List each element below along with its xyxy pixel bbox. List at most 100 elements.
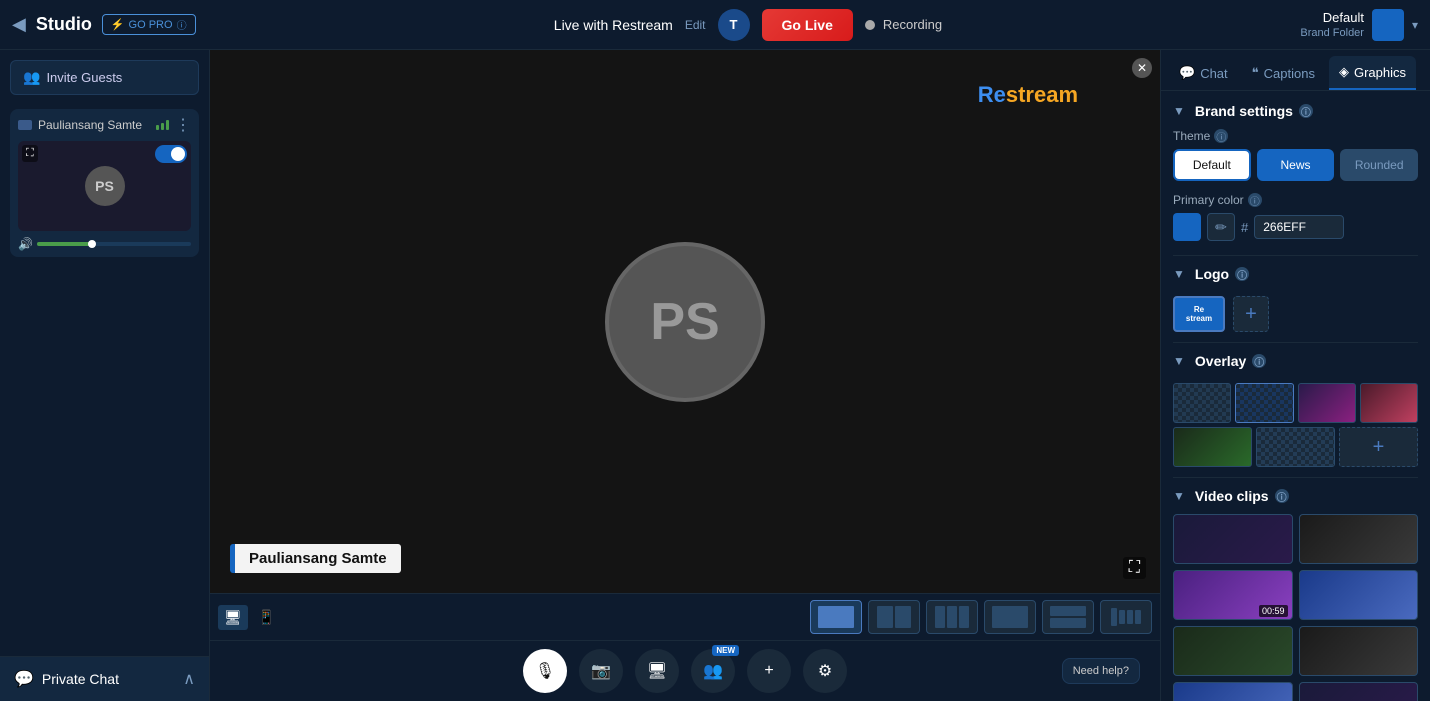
clips-grid-row1: 00:59 [1173, 514, 1418, 620]
edit-link[interactable]: Edit [685, 18, 706, 32]
close-overlay-button[interactable]: ✕ [1132, 58, 1152, 78]
edit-color-button[interactable]: ✏ [1207, 213, 1235, 241]
volume-bar[interactable] [37, 242, 191, 246]
private-chat-bar[interactable]: 💬 Private Chat ∧ [0, 656, 209, 701]
center-main: Restream ✕ PS Pauliansang Samte ⛶ 🖥 📱 [210, 50, 1160, 701]
gopro-label: GO PRO [129, 19, 173, 31]
mic-button[interactable]: 🎙 [523, 649, 567, 693]
primary-color-info-icon[interactable]: ⓘ [1248, 193, 1262, 207]
overlay-thumb-4[interactable] [1360, 383, 1418, 423]
theme-field-label: Theme ⓘ [1173, 129, 1418, 143]
live-with-text: Live with Restream [554, 17, 673, 33]
layout-block [1119, 610, 1125, 624]
clips-info-icon[interactable]: ⓘ [1275, 489, 1289, 503]
screen-share-button[interactable]: 🖥 [635, 649, 679, 693]
clip-1[interactable] [1173, 514, 1293, 564]
tab-graphics[interactable]: ◈ Graphics [1329, 56, 1416, 90]
layout-preset-side[interactable] [984, 600, 1036, 634]
fullscreen-button[interactable]: ⛶ [1123, 557, 1146, 579]
private-chat-label: Private Chat [42, 671, 119, 687]
layout-toolbar: 🖥 📱 [210, 593, 1160, 640]
add-overlay-button[interactable]: + [1339, 427, 1418, 467]
add-logo-button[interactable]: + [1233, 296, 1269, 332]
clips-grid-row2: 00:23 00:59 [1173, 626, 1418, 701]
brand-settings-label: Brand settings [1195, 103, 1293, 119]
topbar-right-section: Default Brand Folder ▾ [1300, 9, 1418, 41]
theme-news-button[interactable]: News [1257, 149, 1335, 181]
topbar-left: ◀ Studio ⚡ GO PRO ⓘ [12, 14, 196, 35]
layout-preset-split[interactable] [868, 600, 920, 634]
logo-collapse-icon[interactable]: ▼ [1173, 267, 1185, 281]
overlay-thumb-6[interactable] [1256, 427, 1335, 467]
clip-7[interactable]: 00:23 [1173, 682, 1293, 701]
clip-2[interactable] [1299, 514, 1419, 564]
brand-settings-info-icon[interactable]: ⓘ [1299, 104, 1313, 118]
overlay-thumb-2[interactable] [1235, 383, 1293, 423]
clip-3[interactable]: 00:59 [1173, 570, 1293, 620]
logo-thumbnail[interactable]: Restream [1173, 296, 1225, 332]
topbar-center: Live with Restream Edit T Go Live Record… [196, 9, 1301, 41]
guests-button[interactable]: 👥 NEW [691, 649, 735, 693]
volume-bar-row: 🔊 [18, 237, 191, 251]
volume-handle[interactable] [88, 240, 96, 248]
back-button[interactable]: ◀ [12, 14, 26, 35]
overlay-info-icon[interactable]: ⓘ [1252, 354, 1266, 368]
studio-label: Studio [36, 14, 92, 35]
theme-rounded-button[interactable]: Rounded [1340, 149, 1418, 181]
expand-button[interactable]: ⛶ [22, 145, 38, 162]
tab-captions[interactable]: ❝ Captions [1242, 56, 1325, 90]
chevron-down-icon[interactable]: ▾ [1412, 18, 1418, 32]
name-tag: Pauliansang Samte [230, 544, 401, 573]
brand-folder-icon[interactable] [1372, 9, 1404, 41]
clip-4[interactable] [1299, 570, 1419, 620]
captions-tab-icon: ❝ [1252, 65, 1259, 81]
video-canvas: Restream ✕ PS Pauliansang Samte ⛶ [210, 50, 1160, 593]
overlay-collapse-icon[interactable]: ▼ [1173, 354, 1185, 368]
clip-5[interactable] [1173, 626, 1293, 676]
layout-preset-filmstrip[interactable] [1100, 600, 1152, 634]
layout-presets [810, 600, 1152, 634]
add-button[interactable]: + [747, 649, 791, 693]
need-help-button[interactable]: Need help? [1062, 658, 1140, 684]
theme-default-button[interactable]: Default [1173, 149, 1251, 181]
layout-preset-wide[interactable] [1042, 600, 1094, 634]
desktop-view-button[interactable]: 🖥 [218, 605, 248, 630]
gopro-badge[interactable]: ⚡ GO PRO ⓘ [102, 14, 196, 35]
toggle-switch[interactable] [155, 145, 187, 163]
invite-guests-button[interactable]: 👥 Invite Guests [10, 60, 199, 95]
settings-button[interactable]: ⚙ [803, 649, 847, 693]
overlay-thumb-1[interactable] [1173, 383, 1231, 423]
layout-block [877, 606, 893, 628]
overlay-thumb-5[interactable] [1173, 427, 1252, 467]
tab-chat[interactable]: 💬 Chat [1169, 56, 1238, 90]
color-swatch[interactable] [1173, 213, 1201, 241]
layout-block [959, 606, 969, 628]
avatar-button[interactable]: T [718, 9, 750, 41]
logo-thumb-inner: Restream [1186, 305, 1212, 323]
logo-label: Logo [1195, 266, 1229, 282]
go-live-button[interactable]: Go Live [762, 9, 853, 41]
sidebar-left: 👥 Invite Guests Pauliansang Samte ⋮ [0, 50, 210, 701]
clip-6[interactable] [1299, 626, 1419, 676]
theme-info-icon[interactable]: ⓘ [1214, 129, 1228, 143]
layout-preset-full[interactable] [810, 600, 862, 634]
layout-preset-triple[interactable] [926, 600, 978, 634]
logo-info-icon[interactable]: ⓘ [1235, 267, 1249, 281]
layout-block [992, 606, 1028, 628]
primary-color-text: Primary color [1173, 193, 1244, 207]
right-tabs: 💬 Chat ❝ Captions ◈ Graphics [1161, 50, 1430, 91]
brand-folder-label: Brand Folder [1300, 27, 1364, 39]
mobile-view-button[interactable]: 📱 [252, 605, 281, 630]
right-panel-content: ▼ Brand settings ⓘ Theme ⓘ Default News … [1161, 91, 1430, 701]
three-dots-button[interactable]: ⋮ [175, 115, 191, 135]
controls-bar-wrapper: 🎙 📷 🖥 👥 NEW + ⚙ Need hel [210, 640, 1160, 701]
screen-icon: 🖥 [647, 661, 667, 681]
collapse-arrow-icon[interactable]: ▼ [1173, 104, 1185, 118]
people-icon: 👥 [703, 661, 723, 681]
logo-re: Re [978, 82, 1006, 107]
hex-input[interactable] [1254, 215, 1344, 239]
clips-collapse-icon[interactable]: ▼ [1173, 489, 1185, 503]
overlay-thumb-3[interactable] [1298, 383, 1356, 423]
camera-button[interactable]: 📷 [579, 649, 623, 693]
clip-8[interactable]: 00:59 [1299, 682, 1419, 701]
